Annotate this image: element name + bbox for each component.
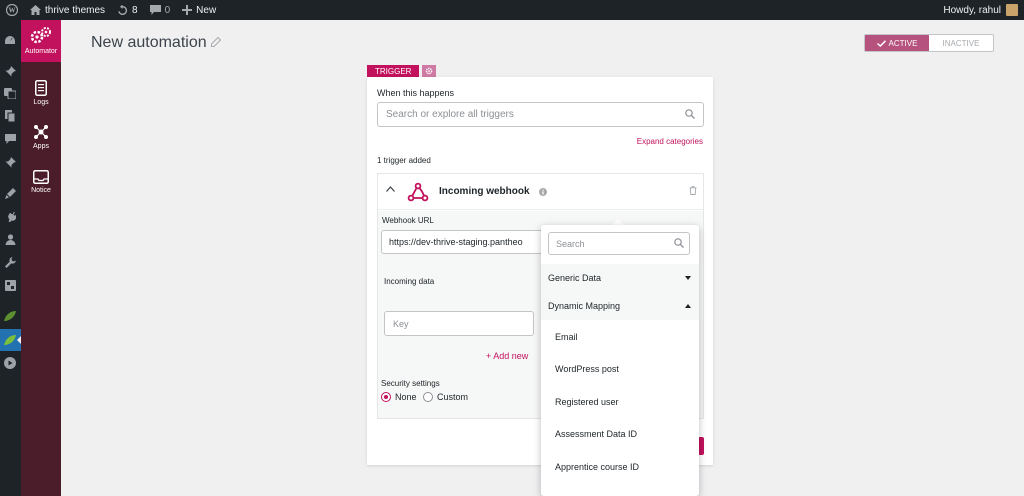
trigger-count-label: 1 trigger added xyxy=(377,156,431,165)
security-custom-label: Custom xyxy=(437,392,469,402)
webhook-url-label: Webhook URL xyxy=(382,216,434,225)
radio-checked-icon xyxy=(381,392,391,402)
page-title[interactable]: New automation xyxy=(91,34,207,52)
key-input[interactable] xyxy=(384,311,534,336)
notice-nav-item[interactable]: Notice xyxy=(21,170,61,194)
pages-icon[interactable] xyxy=(3,109,17,123)
gear-icon xyxy=(425,67,433,75)
apps-nav-item[interactable]: Apps xyxy=(21,124,61,150)
security-custom-radio[interactable]: Custom xyxy=(423,392,468,402)
apps-nav-label: Apps xyxy=(33,143,49,150)
inactive-button[interactable]: INACTIVE xyxy=(929,35,993,51)
dropdown-item-assessment-data-id[interactable]: Assessment Data ID xyxy=(555,429,637,439)
security-settings-label: Security settings xyxy=(381,379,440,388)
active-button[interactable]: ACTIVE xyxy=(865,35,929,51)
dashboard-icon[interactable] xyxy=(3,34,17,48)
appearance-icon[interactable] xyxy=(3,186,17,200)
greeting: Howdy, rahul xyxy=(943,4,1001,16)
automator-gears-icon xyxy=(30,27,51,44)
tools-icon[interactable] xyxy=(3,255,17,269)
dropdown-search-input[interactable] xyxy=(548,232,690,255)
leaf-icon[interactable] xyxy=(3,309,17,323)
active-label: ACTIVE xyxy=(888,38,918,48)
chevron-up-icon[interactable] xyxy=(386,186,395,192)
trigger-item-header[interactable]: Incoming webhook xyxy=(378,174,703,210)
expand-categories-link[interactable]: Expand categories xyxy=(637,137,703,146)
plugins-icon[interactable] xyxy=(3,209,17,223)
dropdown-item-wordpress-post[interactable]: WordPress post xyxy=(555,364,619,374)
automator-menu-icon[interactable] xyxy=(0,329,21,351)
trigger-search-input[interactable] xyxy=(377,102,704,127)
inactive-label: INACTIVE xyxy=(942,38,980,48)
notice-nav-label: Notice xyxy=(31,187,51,194)
group-dynamic-mapping[interactable]: Dynamic Mapping xyxy=(541,292,699,320)
wp-admin-menu xyxy=(0,20,21,496)
incoming-data-label: Incoming data xyxy=(384,277,435,286)
automator-nav-label: Automator xyxy=(24,48,58,55)
apps-icon xyxy=(34,125,48,139)
media-icon[interactable] xyxy=(3,86,17,100)
trigger-title: Incoming webhook xyxy=(439,186,530,197)
security-none-radio[interactable]: None xyxy=(381,392,417,402)
automator-nav-item[interactable]: Automator xyxy=(21,20,61,62)
status-toggle: ACTIVE INACTIVE xyxy=(864,34,994,52)
security-none-label: None xyxy=(395,392,417,402)
pin-icon[interactable] xyxy=(3,64,17,78)
wordpress-logo-icon[interactable]: W xyxy=(0,0,24,20)
updates-link[interactable]: 8 xyxy=(111,0,144,20)
updates-count: 8 xyxy=(132,4,138,16)
site-name-link[interactable]: thrive themes xyxy=(24,0,111,20)
check-icon xyxy=(876,39,886,47)
svg-text:W: W xyxy=(9,7,16,15)
logs-icon xyxy=(35,80,47,96)
group-label: Generic Data xyxy=(548,273,602,283)
notice-icon xyxy=(33,170,49,184)
search-icon xyxy=(674,238,684,248)
trigger-tag: TRIGGER xyxy=(367,65,420,77)
trigger-settings-button[interactable] xyxy=(422,65,436,77)
group-generic-data[interactable]: Generic Data xyxy=(541,264,699,292)
when-label: When this happens xyxy=(377,88,455,98)
search-icon xyxy=(685,109,695,119)
automator-sidebar: Automator Logs Apps Notice xyxy=(21,20,61,496)
token-dropdown: Generic Data Dynamic Mapping Email WordP… xyxy=(541,225,699,496)
comments-count: 0 xyxy=(164,4,171,16)
add-new-link[interactable]: + Add new xyxy=(486,351,528,361)
settings-icon[interactable] xyxy=(3,278,17,292)
webhook-icon xyxy=(407,182,429,202)
pencil-icon[interactable] xyxy=(211,37,221,47)
logs-nav-item[interactable]: Logs xyxy=(21,80,61,106)
dropdown-item-registered-user[interactable]: Registered user xyxy=(555,397,619,407)
new-content-link[interactable]: New xyxy=(176,0,222,20)
home-icon xyxy=(30,5,41,15)
caret-down-icon xyxy=(685,276,691,280)
avatar xyxy=(1006,4,1018,16)
trash-icon[interactable] xyxy=(689,186,697,195)
new-label: New xyxy=(196,4,217,16)
logs-nav-label: Logs xyxy=(33,99,49,106)
site-name: thrive themes xyxy=(45,4,106,16)
caret-up-icon xyxy=(685,304,691,308)
plus-icon xyxy=(182,5,193,15)
account-menu[interactable]: Howdy, rahul xyxy=(943,0,1018,20)
pin-icon-2[interactable] xyxy=(3,155,17,169)
updates-icon xyxy=(118,4,128,15)
comment-icon xyxy=(149,5,161,15)
users-icon[interactable] xyxy=(3,232,17,246)
dropdown-item-apprentice-course-id[interactable]: Apprentice course ID xyxy=(555,462,639,472)
info-icon[interactable] xyxy=(539,188,547,196)
comments-link[interactable]: 0 xyxy=(144,0,177,20)
group-label: Dynamic Mapping xyxy=(548,301,621,311)
dropdown-item-email[interactable]: Email xyxy=(555,332,578,342)
comments-icon[interactable] xyxy=(3,132,17,146)
admin-bar: W thrive themes 8 0 New Howdy, rahul xyxy=(0,0,1024,20)
play-icon[interactable] xyxy=(3,356,17,370)
radio-unchecked-icon xyxy=(423,392,433,402)
